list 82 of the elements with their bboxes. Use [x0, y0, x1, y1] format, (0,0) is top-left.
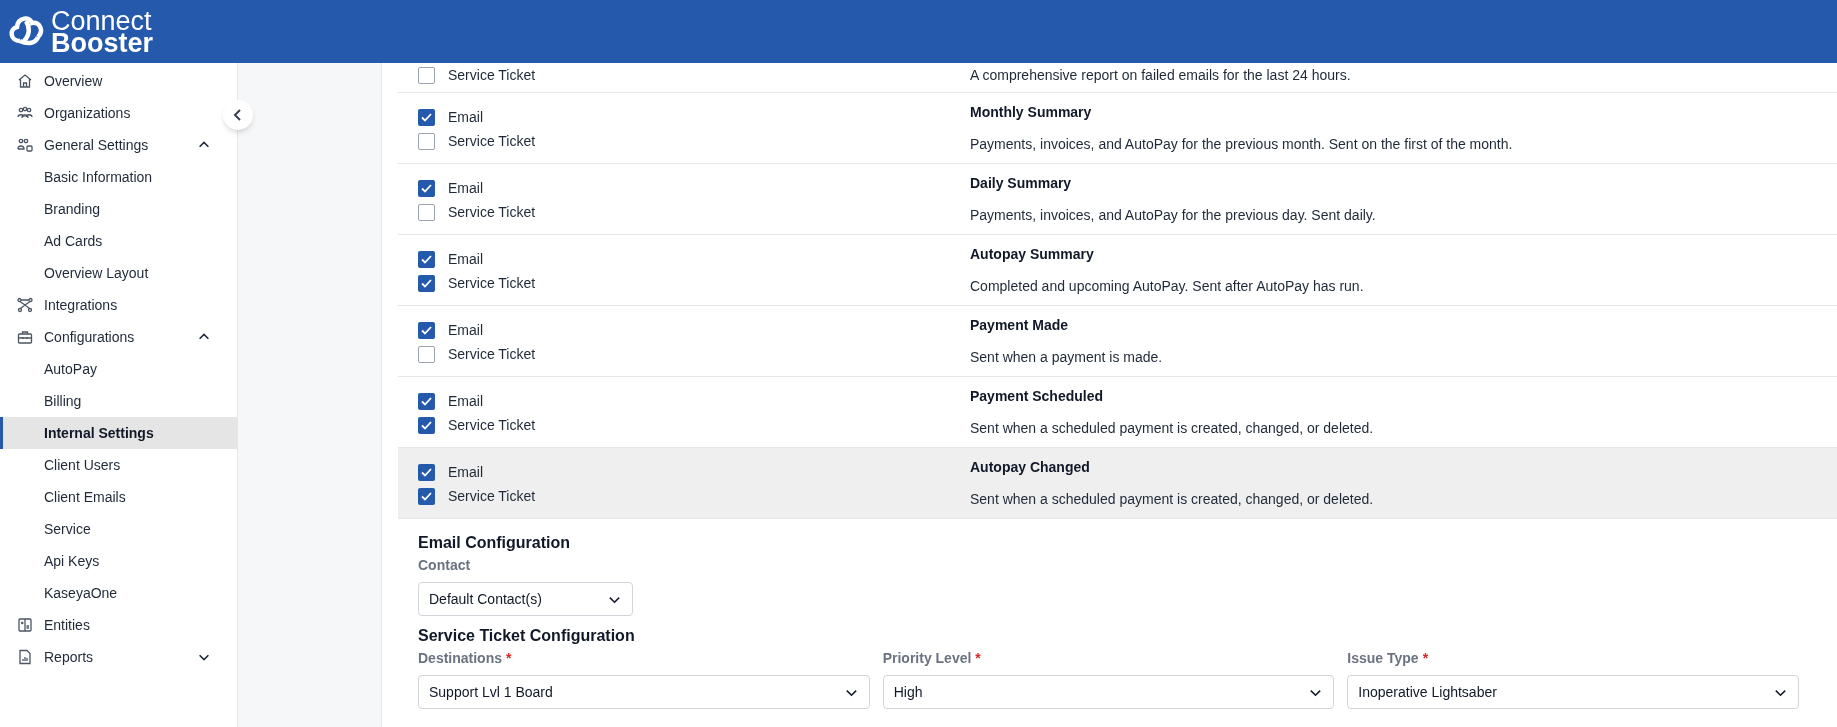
checkbox-label: Email [448, 391, 483, 411]
notification-description: Payments, invoices, and AutoPay for the previous month. Sent on the first of the month. [970, 135, 1513, 153]
checkbox-label: Email [448, 462, 483, 482]
checkbox-label: Service Ticket [448, 415, 536, 435]
checkbox-label: Service Ticket [448, 273, 536, 293]
checkbox-label: Email [448, 249, 483, 269]
checkbox-label: Email [448, 107, 483, 127]
checkbox[interactable] [418, 108, 435, 126]
notification-title: Daily Summary [970, 174, 1073, 192]
sidebar-item[interactable]: Client Emails [0, 481, 221, 513]
home-icon [17, 73, 33, 89]
sidebar-item[interactable]: Branding [0, 193, 221, 225]
sidebar-item[interactable]: Billing [0, 385, 221, 417]
checkbox[interactable] [418, 345, 435, 363]
sidebar-item[interactable]: Organizations [0, 97, 221, 129]
sidebar-item[interactable]: Ad Cards [0, 225, 221, 257]
field-label: Contact [418, 556, 472, 574]
checkbox-label: Email [448, 320, 483, 340]
section-heading: Service Ticket Configuration [418, 626, 636, 646]
sidebar-item[interactable]: Integrations [0, 289, 221, 321]
checkbox[interactable] [418, 463, 435, 481]
section-heading: Email Configuration [418, 533, 571, 553]
checkbox-label: Email [448, 178, 483, 198]
sidebar-item[interactable]: Service [0, 513, 221, 545]
logo-text: Connect [51, 9, 152, 32]
required-mark: * [1422, 649, 1429, 667]
field-label: Issue Type [1347, 649, 1419, 667]
notification-description: Sent when a payment is made. [970, 348, 1163, 366]
sidebar-item[interactable]: Basic Information [0, 161, 221, 193]
dropdown[interactable]: Support Lvl 1 Board [418, 675, 870, 709]
notification-title: Autopay Changed [970, 458, 1091, 476]
checkbox[interactable] [418, 416, 435, 434]
field-label: Destinations [418, 649, 502, 667]
sidebar-item[interactable]: Overview [0, 65, 221, 97]
checkbox-label: Service Ticket [448, 131, 536, 151]
checkbox[interactable] [418, 487, 435, 505]
sidebar-item[interactable]: KaseyaOne [0, 577, 221, 609]
checkbox[interactable] [418, 66, 435, 84]
checkbox[interactable] [418, 321, 435, 339]
sidebar-item[interactable]: Internal Settings [0, 417, 237, 449]
notification-title: Autopay Summary [970, 245, 1095, 263]
checkbox-label: Service Ticket [448, 65, 536, 85]
sidebar-item[interactable]: Overview Layout [0, 257, 221, 289]
checkbox[interactable] [418, 250, 435, 268]
dropdown[interactable]: High [882, 675, 1335, 709]
checkbox-label: Service Ticket [448, 202, 536, 222]
notification-title: Payment Made [970, 316, 1070, 334]
checkbox[interactable] [418, 179, 435, 197]
sidebar-item[interactable]: Configurations [0, 321, 221, 353]
people-icon [17, 105, 33, 121]
table-icon [17, 617, 33, 633]
notification-description: Payments, invoices, and AutoPay for the previous day. Sent daily. [970, 206, 1376, 224]
sidebar-item[interactable]: General Settings [0, 129, 221, 161]
sidebar-item[interactable]: AutoPay [0, 353, 221, 385]
notification-description: Completed and upcoming AutoPay. Sent after AutoPay has run. [970, 277, 1364, 295]
chevron-left-icon [233, 109, 243, 121]
checkbox[interactable] [418, 392, 435, 410]
notification-title: Monthly Summary [970, 103, 1093, 121]
dropdown[interactable]: Default Contact(s) [418, 582, 633, 616]
checkbox[interactable] [418, 203, 435, 221]
sidebar-item[interactable]: Client Users [0, 449, 221, 481]
sidebar-item[interactable]: Entities [0, 609, 221, 641]
checkbox-label: Service Ticket [448, 486, 536, 506]
network-icon [17, 297, 33, 313]
required-mark: * [975, 649, 981, 667]
checkbox-label: Service Ticket [448, 344, 536, 364]
sidebar-item[interactable]: Reports [0, 641, 221, 673]
people-settings-icon [17, 137, 33, 153]
field-label: Priority Level [882, 649, 972, 667]
logo-text: Booster [51, 31, 153, 54]
checkbox[interactable] [418, 132, 435, 150]
notification-description: A comprehensive report on failed emails for the last 24 hours. [970, 66, 1351, 84]
toolbox-icon [17, 329, 33, 345]
notification-description: Sent when a scheduled payment is created, changed, or deleted. [970, 419, 1374, 437]
notification-title: Payment Scheduled [970, 387, 1105, 405]
collapse-button[interactable] [223, 100, 253, 130]
report-icon [17, 649, 33, 665]
required-mark: * [506, 649, 512, 667]
dropdown[interactable]: Inoperative Lightsaber [1347, 675, 1799, 709]
checkbox[interactable] [418, 274, 435, 292]
notification-description: Sent when a scheduled payment is created, changed, or deleted. [970, 490, 1374, 508]
sidebar-item[interactable]: Api Keys [0, 545, 221, 577]
